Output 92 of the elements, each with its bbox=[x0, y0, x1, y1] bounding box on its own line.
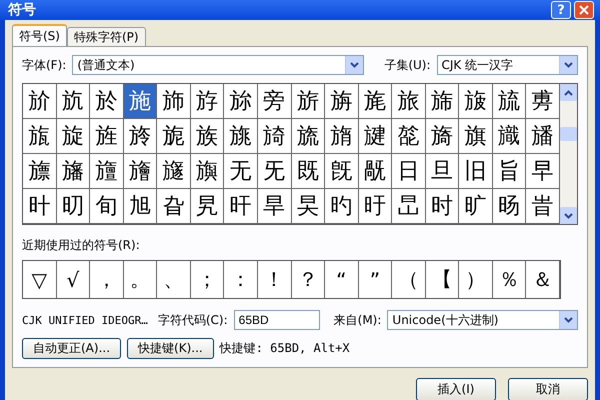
symbol-cell[interactable]: 旉 bbox=[526, 84, 560, 119]
symbol-cell[interactable]: 旮 bbox=[157, 189, 191, 224]
character-name: CJK UNIFIED IDEOGR… bbox=[22, 314, 148, 326]
symbol-cell[interactable]: 旅 bbox=[392, 84, 426, 119]
symbol-cell[interactable]: 斻 bbox=[56, 84, 90, 119]
symbol-cell[interactable]: 斺 bbox=[23, 84, 57, 119]
symbol-cell[interactable]: 旫 bbox=[56, 189, 90, 224]
symbol-cell[interactable]: 旖 bbox=[426, 119, 460, 154]
symbol-cell[interactable]: 斿 bbox=[190, 84, 224, 119]
symbol-cell[interactable]: 旣 bbox=[325, 154, 359, 189]
symbol-cell[interactable]: 旝 bbox=[124, 154, 158, 189]
from-label: 来自(M): bbox=[334, 312, 382, 328]
symbol-cell[interactable]: 旲 bbox=[292, 189, 326, 224]
symbol-cell[interactable]: 旒 bbox=[292, 119, 326, 154]
symbol-cell[interactable]: 旀 bbox=[224, 84, 258, 119]
symbol-cell[interactable]: 族 bbox=[190, 119, 224, 154]
tab[interactable]: 符号(S) bbox=[12, 24, 67, 46]
symbol-cell[interactable]: 旌 bbox=[90, 119, 124, 154]
subset-dropdown[interactable]: CJK 统一汉字 bbox=[436, 55, 578, 75]
scroll-up-icon[interactable] bbox=[560, 84, 577, 101]
symbol-cell[interactable]: 日 bbox=[392, 154, 426, 189]
symbol-cell[interactable]: 旋 bbox=[56, 119, 90, 154]
symbol-cell[interactable]: 旜 bbox=[90, 154, 124, 189]
symbol-cell[interactable]: 旎 bbox=[157, 119, 191, 154]
from-dropdown[interactable]: Unicode(十六进制) bbox=[387, 310, 578, 330]
symbol-cell[interactable]: 早 bbox=[526, 154, 560, 189]
symbol-cell[interactable]: 旃 bbox=[325, 84, 359, 119]
code-label: 字符代码(C): bbox=[158, 312, 228, 328]
close-icon[interactable] bbox=[574, 1, 594, 19]
symbol-cell[interactable]: 旵 bbox=[392, 189, 426, 224]
symbol-cell[interactable]: 旞 bbox=[157, 154, 191, 189]
tab[interactable]: 特殊字符(P) bbox=[66, 27, 146, 46]
scrollbar[interactable] bbox=[560, 84, 577, 224]
symbol-cell[interactable]: 旐 bbox=[224, 119, 258, 154]
symbol-cell[interactable]: 旷 bbox=[459, 189, 493, 224]
symbol-cell[interactable]: 斾 bbox=[157, 84, 191, 119]
symbol-cell[interactable]: 旔 bbox=[358, 119, 392, 154]
symbol-cell[interactable]: 旇 bbox=[459, 84, 493, 119]
symbol-cell[interactable]: 旰 bbox=[224, 189, 258, 224]
subset-label: 子集(U): bbox=[384, 56, 431, 74]
symbol-cell[interactable]: 旱 bbox=[258, 189, 292, 224]
symbol-cell[interactable]: 旙 bbox=[526, 119, 560, 154]
symbol-cell[interactable]: 旳 bbox=[325, 189, 359, 224]
symbol-cell[interactable]: 旛 bbox=[56, 154, 90, 189]
shortcut-text: 快捷键: 65BD, Alt+X bbox=[220, 340, 350, 357]
symbol-cell[interactable]: 旆 bbox=[426, 84, 460, 119]
symbol-cell[interactable]: 旈 bbox=[492, 84, 526, 119]
font-label: 字体(F): bbox=[22, 56, 66, 74]
code-field[interactable]: 65BD bbox=[234, 310, 320, 330]
symbol-cell[interactable]: 旦 bbox=[426, 154, 460, 189]
symbol-cell[interactable]: 旧 bbox=[459, 154, 493, 189]
symbol-cell[interactable]: 旍 bbox=[124, 119, 158, 154]
symbol-cell[interactable]: 旴 bbox=[358, 189, 392, 224]
scroll-thumb[interactable] bbox=[560, 127, 577, 141]
symbol-cell[interactable]: 旚 bbox=[23, 154, 57, 189]
symbol-cell[interactable]: 旑 bbox=[258, 119, 292, 154]
symbol-cell[interactable]: 旪 bbox=[23, 189, 57, 224]
recent-symbol-cell[interactable]: 。 bbox=[124, 261, 158, 298]
font-dropdown[interactable]: (普通文本) bbox=[72, 55, 364, 75]
symbol-cell[interactable]: 无 bbox=[224, 154, 258, 189]
symbol-cell[interactable]: 旸 bbox=[492, 189, 526, 224]
option-button[interactable]: 快捷键(K)... bbox=[127, 338, 214, 359]
symbol-cell[interactable]: 旯 bbox=[190, 189, 224, 224]
symbol-cell[interactable]: 旊 bbox=[23, 119, 57, 154]
option-button[interactable]: 自动更正(A)... bbox=[22, 338, 122, 359]
recent-symbol-cell[interactable]: √ bbox=[56, 261, 90, 298]
dialog-button[interactable]: 插入(I) bbox=[416, 378, 496, 400]
recent-symbol-cell[interactable]: ” bbox=[358, 261, 392, 298]
symbol-cell[interactable]: 旟 bbox=[190, 154, 224, 189]
symbol-cell[interactable]: 於 bbox=[90, 84, 124, 119]
symbol-cell[interactable]: 旘 bbox=[492, 119, 526, 154]
symbol-cell[interactable]: 时 bbox=[426, 189, 460, 224]
dialog-button[interactable]: 取消 bbox=[508, 378, 588, 400]
recent-symbols-label: 近期使用过的符号(R): bbox=[22, 237, 141, 254]
recent-symbol-cell[interactable]: ？ bbox=[292, 261, 326, 298]
symbol-cell[interactable]: 既 bbox=[292, 154, 326, 189]
symbol-cell[interactable]: 旡 bbox=[258, 154, 292, 189]
symbol-cell[interactable]: 旄 bbox=[358, 84, 392, 119]
window-title: 符号 bbox=[8, 1, 37, 19]
symbol-cell[interactable]: 旂 bbox=[292, 84, 326, 119]
scroll-down-icon[interactable] bbox=[560, 207, 577, 224]
symbol-cell[interactable]: 施 bbox=[124, 84, 158, 119]
help-button[interactable]: ? bbox=[551, 1, 571, 19]
symbol-cell[interactable]: 旬 bbox=[90, 189, 124, 224]
symbol-cell[interactable]: 旨 bbox=[492, 154, 526, 189]
symbol-cell[interactable]: 旕 bbox=[392, 119, 426, 154]
symbol-cell[interactable]: 旹 bbox=[526, 189, 560, 224]
symbol-cell[interactable]: 旗 bbox=[459, 119, 493, 154]
symbol-cell[interactable]: 旓 bbox=[325, 119, 359, 154]
symbol-cell[interactable]: 旤 bbox=[358, 154, 392, 189]
symbol-cell[interactable]: 旭 bbox=[124, 189, 158, 224]
symbol-cell[interactable]: 旁 bbox=[258, 84, 292, 119]
